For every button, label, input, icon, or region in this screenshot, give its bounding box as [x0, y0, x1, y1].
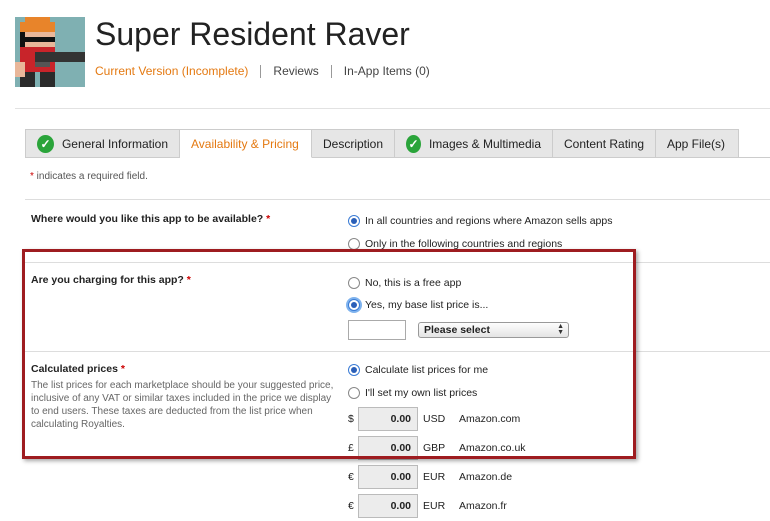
- marketplace-name: Amazon.de: [459, 471, 513, 483]
- tab-app-files[interactable]: App File(s): [656, 129, 739, 158]
- row-divider: [25, 199, 770, 200]
- tab-availability-pricing[interactable]: Availability & Pricing: [180, 129, 312, 158]
- marketplace-name: Amazon.fr: [459, 500, 507, 512]
- tab-label: Content Rating: [564, 136, 645, 151]
- tab-baseline: [25, 157, 27, 158]
- tab-content-rating[interactable]: Content Rating: [553, 129, 656, 158]
- current-version-link[interactable]: Current Version (Incomplete): [95, 64, 248, 78]
- app-subnav: Current Version (Incomplete) Reviews In-…: [95, 64, 430, 78]
- check-circle-icon: ✓: [406, 134, 421, 153]
- reviews-link[interactable]: Reviews: [273, 64, 318, 78]
- tab-label: Availability & Pricing: [191, 136, 299, 151]
- price-amount: 0.00: [358, 465, 418, 489]
- tab-label: General Information: [61, 136, 168, 151]
- option-label: In all countries and regions where Amazo…: [365, 215, 613, 227]
- availability-question: Where would you like this app to be avai…: [31, 213, 270, 225]
- availability-all-option[interactable]: In all countries and regions where Amazo…: [348, 215, 612, 227]
- nav-divider: [260, 64, 262, 78]
- highlight-annotation-box: [22, 249, 636, 459]
- tab-images-multimedia[interactable]: ✓ Images & Multimedia: [395, 129, 553, 158]
- tab-description[interactable]: Description: [312, 129, 395, 158]
- tab-label: Description: [323, 136, 384, 151]
- tab-label: App File(s): [667, 136, 726, 151]
- header-divider: [15, 108, 770, 109]
- check-circle-icon: ✓: [37, 134, 54, 153]
- in-app-items-link[interactable]: In-App Items (0): [344, 64, 430, 78]
- tab-baseline: [737, 157, 770, 158]
- question-text: Where would you like this app to be avai…: [31, 213, 264, 225]
- currency-code: EUR: [423, 471, 446, 483]
- currency-symbol: €: [348, 471, 354, 483]
- tab-label: Images & Multimedia: [428, 136, 541, 151]
- tab-bar: ✓ General Information Availability & Pri…: [25, 129, 739, 158]
- nav-divider: [330, 64, 332, 78]
- app-icon: [15, 17, 85, 87]
- required-star: *: [266, 213, 271, 225]
- currency-symbol: €: [348, 500, 354, 512]
- price-amount: 0.00: [358, 494, 418, 518]
- radio-selected[interactable]: [348, 215, 360, 227]
- price-row-eur-fr: € 0.00 EUR Amazon.fr: [348, 494, 507, 518]
- required-field-note: * indicates a required field.: [30, 171, 148, 182]
- tab-general-information[interactable]: ✓ General Information: [25, 129, 180, 158]
- currency-code: EUR: [423, 500, 446, 512]
- app-title: Super Resident Raver: [95, 16, 410, 52]
- required-note-text: indicates a required field.: [33, 171, 148, 182]
- price-row-eur-de: € 0.00 EUR Amazon.de: [348, 465, 512, 489]
